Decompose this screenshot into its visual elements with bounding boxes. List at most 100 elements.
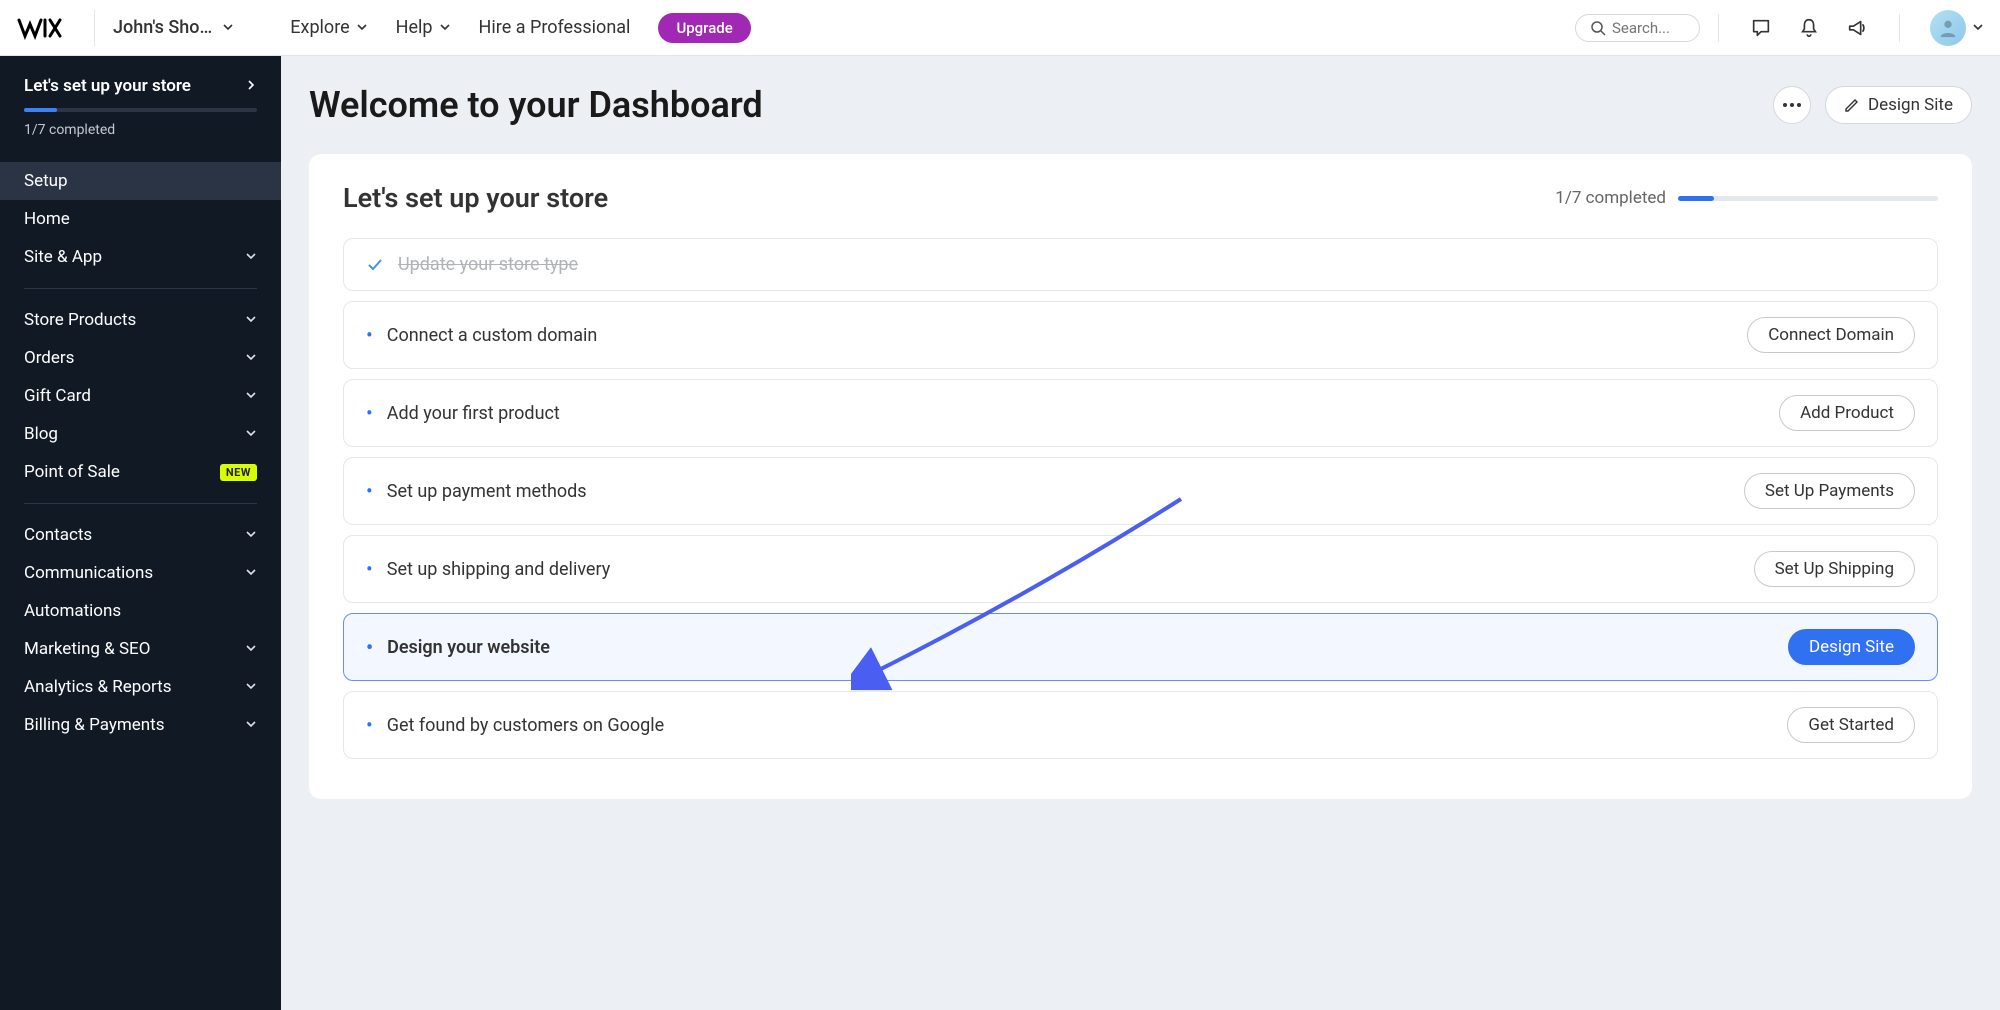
nav-hire[interactable]: Hire a Professional [479, 17, 631, 38]
task-connect-domain[interactable]: •Connect a custom domain Connect Domain [343, 301, 1938, 369]
connect-domain-button[interactable]: Connect Domain [1747, 317, 1915, 353]
avatar[interactable] [1930, 10, 1966, 46]
task-label: Set up payment methods [387, 481, 587, 502]
chevron-down-icon[interactable] [1972, 18, 1984, 37]
sidebar-item-label: Setup [24, 171, 68, 191]
divider [1899, 14, 1900, 42]
sidebar-item-point-of-sale[interactable]: Point of Sale NEW [0, 453, 281, 491]
sidebar-item-home[interactable]: Home [0, 200, 281, 238]
sidebar-item-label: Gift Card [24, 386, 91, 406]
search-input[interactable] [1612, 19, 1682, 37]
card-progress-track [1678, 196, 1938, 201]
sidebar-item-label: Home [24, 209, 70, 229]
chevron-down-icon [245, 639, 257, 659]
chevron-down-icon [245, 247, 257, 267]
bell-icon[interactable] [1795, 14, 1823, 42]
chat-icon[interactable] [1747, 14, 1775, 42]
sidebar-progress[interactable]: Let's set up your store 1/7 completed [0, 76, 281, 154]
nav-help-label: Help [396, 17, 433, 38]
sidebar-progress-title: Let's set up your store [24, 76, 191, 96]
sidebar-item-orders[interactable]: Orders [0, 339, 281, 377]
search-icon [1590, 20, 1606, 36]
chevron-down-icon [245, 424, 257, 444]
nav-explore[interactable]: Explore [290, 17, 367, 38]
divider [1718, 14, 1719, 42]
sidebar-item-store-products[interactable]: Store Products [0, 301, 281, 339]
sidebar-item-communications[interactable]: Communications [0, 554, 281, 592]
task-payments[interactable]: •Set up payment methods Set Up Payments [343, 457, 1938, 525]
divider [94, 10, 95, 46]
chevron-down-icon [222, 17, 234, 38]
chevron-down-icon [439, 17, 451, 38]
task-add-product[interactable]: •Add your first product Add Product [343, 379, 1938, 447]
card-title: Let's set up your store [343, 182, 608, 214]
sidebar-item-label: Automations [24, 601, 121, 621]
sidebar-item-label: Communications [24, 563, 153, 583]
divider [24, 288, 257, 289]
search-input-wrapper[interactable] [1575, 14, 1700, 42]
sidebar-item-blog[interactable]: Blog [0, 415, 281, 453]
sidebar-progress-track [24, 108, 257, 112]
sidebar-item-label: Orders [24, 348, 74, 368]
chevron-down-icon [245, 563, 257, 583]
sidebar-item-label: Marketing & SEO [24, 639, 150, 659]
chevron-down-icon [245, 348, 257, 368]
design-site-button[interactable]: Design Site [1825, 86, 1972, 124]
sidebar-item-label: Analytics & Reports [24, 677, 172, 697]
sidebar-item-marketing[interactable]: Marketing & SEO [0, 630, 281, 668]
design-site-task-button[interactable]: Design Site [1788, 629, 1915, 665]
top-bar: John's Sho… Explore Help Hire a Professi… [0, 0, 2000, 56]
sidebar-item-label: Store Products [24, 310, 136, 330]
chevron-down-icon [245, 715, 257, 735]
new-badge: NEW [220, 464, 257, 481]
nav-help[interactable]: Help [396, 17, 451, 38]
sidebar-item-contacts[interactable]: Contacts [0, 516, 281, 554]
site-picker[interactable]: John's Sho… [113, 17, 234, 38]
sidebar-item-gift-card[interactable]: Gift Card [0, 377, 281, 415]
card-progress-label: 1/7 completed [1555, 188, 1666, 208]
chevron-right-icon [245, 76, 257, 96]
more-actions-button[interactable] [1773, 86, 1811, 124]
sidebar-item-setup[interactable]: Setup [0, 162, 281, 200]
sidebar-item-site-app[interactable]: Site & App [0, 238, 281, 276]
sidebar-item-analytics[interactable]: Analytics & Reports [0, 668, 281, 706]
set-up-shipping-button[interactable]: Set Up Shipping [1754, 551, 1915, 587]
chevron-down-icon [356, 17, 368, 38]
chevron-down-icon [245, 386, 257, 406]
sidebar-item-automations[interactable]: Automations [0, 592, 281, 630]
task-google[interactable]: •Get found by customers on Google Get St… [343, 691, 1938, 759]
get-started-button[interactable]: Get Started [1787, 707, 1915, 743]
sidebar-progress-sub: 1/7 completed [24, 122, 257, 138]
pencil-icon [1844, 97, 1860, 113]
nav-explore-label: Explore [290, 17, 349, 38]
announcement-icon[interactable] [1843, 14, 1871, 42]
main-content: Welcome to your Dashboard Design Site Le… [281, 56, 2000, 1010]
wix-logo[interactable] [16, 16, 76, 40]
task-label: Get found by customers on Google [387, 715, 664, 736]
chevron-down-icon [245, 677, 257, 697]
page-title: Welcome to your Dashboard [309, 84, 763, 126]
setup-card: Let's set up your store 1/7 completed Up… [309, 154, 1972, 799]
nav-hire-label: Hire a Professional [479, 17, 631, 38]
task-shipping[interactable]: •Set up shipping and delivery Set Up Shi… [343, 535, 1938, 603]
chevron-down-icon [245, 525, 257, 545]
sidebar-item-label: Blog [24, 424, 58, 444]
sidebar-item-label: Point of Sale [24, 462, 120, 482]
check-icon [366, 256, 384, 274]
divider [24, 503, 257, 504]
add-product-button[interactable]: Add Product [1779, 395, 1915, 431]
task-design-website[interactable]: •Design your website Design Site [343, 613, 1938, 681]
sidebar-item-billing[interactable]: Billing & Payments [0, 706, 281, 744]
task-label: Add your first product [387, 403, 560, 424]
design-site-label: Design Site [1868, 95, 1953, 115]
sidebar: Let's set up your store 1/7 completed Se… [0, 56, 281, 1010]
task-update-store-type[interactable]: Update your store type [343, 238, 1938, 291]
task-label: Connect a custom domain [387, 325, 598, 346]
set-up-payments-button[interactable]: Set Up Payments [1744, 473, 1915, 509]
task-label: Design your website [387, 637, 550, 658]
upgrade-button[interactable]: Upgrade [658, 13, 750, 43]
task-label: Set up shipping and delivery [387, 559, 611, 580]
task-label: Update your store type [398, 254, 578, 275]
site-name: John's Sho… [113, 17, 212, 38]
sidebar-item-label: Billing & Payments [24, 715, 165, 735]
